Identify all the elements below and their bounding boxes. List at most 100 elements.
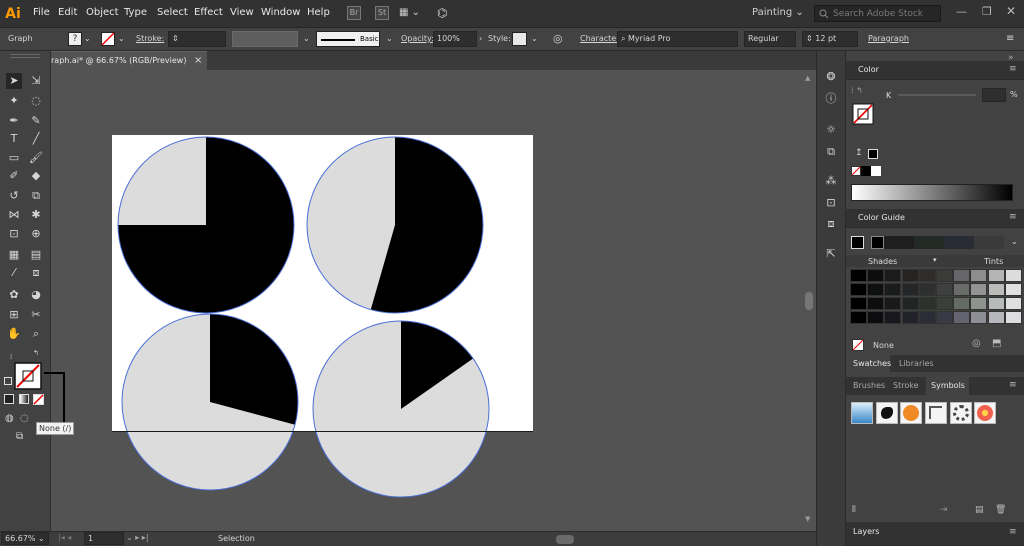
guide-swatch[interactable] xyxy=(936,297,953,310)
stroke-label[interactable]: Stroke: xyxy=(136,34,164,43)
slice-tool-icon[interactable]: ✂ xyxy=(28,307,44,323)
mesh-tool-icon[interactable]: ▦ xyxy=(6,247,22,263)
symbol-frame-corner[interactable] xyxy=(925,402,947,424)
guide-swatch[interactable] xyxy=(901,269,919,282)
guide-swatch[interactable] xyxy=(884,269,902,282)
menu-file[interactable]: File xyxy=(33,7,50,18)
color-guide-title[interactable]: Color Guide xyxy=(858,213,905,222)
info-icon[interactable]: ⓘ xyxy=(822,90,840,108)
guide-swatch[interactable] xyxy=(987,297,1005,310)
pathfinder-icon[interactable]: ⧈ xyxy=(822,215,840,233)
artboard-tool-icon[interactable]: ⊞ xyxy=(6,307,22,323)
guide-swatch[interactable] xyxy=(867,297,885,310)
bridge-icon[interactable]: Br xyxy=(347,6,361,20)
symbol-orange-button[interactable] xyxy=(900,402,922,424)
recolor-artwork-icon[interactable]: ◎ xyxy=(553,32,563,45)
screen-mode-icon[interactable]: ⧉ xyxy=(16,431,23,442)
guide-swatch[interactable] xyxy=(970,297,988,310)
none-swatch-icon[interactable] xyxy=(852,339,864,351)
symbol-libraries-icon[interactable]: ⫴ xyxy=(852,505,856,515)
variable-width-profile[interactable] xyxy=(232,31,298,47)
delete-symbol-icon[interactable]: 🗑 xyxy=(995,505,1006,515)
font-size-field[interactable]: ⇕ 12 pt xyxy=(802,31,858,47)
new-symbol-icon[interactable]: ▤ xyxy=(975,505,984,515)
fill-dropdown-icon[interactable]: ⌄ xyxy=(84,34,91,43)
guide-swatch[interactable] xyxy=(850,311,867,324)
close-window-button[interactable]: ✕ xyxy=(1006,4,1016,18)
artboard-number-field[interactable]: 1 xyxy=(84,532,124,545)
guide-swatch[interactable] xyxy=(884,311,902,324)
guide-swatch[interactable] xyxy=(901,283,919,296)
pie-graph-tool-icon[interactable]: ◕ xyxy=(28,287,44,303)
opacity-label[interactable]: Opacity: xyxy=(401,34,434,43)
guide-swatch[interactable] xyxy=(901,297,919,310)
guide-swatch[interactable] xyxy=(918,269,936,282)
guide-swatch[interactable] xyxy=(884,283,902,296)
guide-swatch[interactable] xyxy=(1004,311,1022,324)
last-color-swatch[interactable] xyxy=(868,149,878,159)
guide-swatch[interactable] xyxy=(850,269,867,282)
scroll-up-icon[interactable]: ▲ xyxy=(805,74,810,82)
arrange-documents-icon[interactable]: ▦ ⌄ xyxy=(399,7,420,18)
symbol-blue-ribbon[interactable] xyxy=(851,402,873,424)
guide-swatch[interactable] xyxy=(1004,297,1022,310)
guide-swatch[interactable] xyxy=(850,283,867,296)
symbols-panel-menu-icon[interactable]: ≡ xyxy=(1009,380,1017,390)
guide-swatch[interactable] xyxy=(867,283,885,296)
guide-swatch[interactable] xyxy=(953,283,971,296)
color-panel-fill-stroke-icon[interactable]: ⁞ ↰ xyxy=(851,86,863,95)
paragraph-label[interactable]: Paragraph xyxy=(868,34,909,43)
guide-swatch[interactable] xyxy=(936,269,953,282)
rectangle-tool-icon[interactable]: ▭ xyxy=(6,150,22,166)
draw-behind-icon[interactable]: ◌ xyxy=(20,413,29,424)
minimize-button[interactable]: — xyxy=(956,5,967,18)
stock-icon[interactable]: St xyxy=(375,6,389,20)
none-mode-icon[interactable] xyxy=(33,394,44,405)
tab-stroke[interactable]: Stroke xyxy=(893,381,919,390)
brush-definition[interactable]: Basic xyxy=(316,31,380,47)
first-artboard-icon[interactable]: |◂ ◂ xyxy=(58,533,71,542)
guide-swatch[interactable] xyxy=(987,311,1005,324)
stroke-none-swatch[interactable] xyxy=(101,32,115,46)
guide-swatch[interactable] xyxy=(918,297,936,310)
gradient-tool-icon[interactable]: ▤ xyxy=(28,247,44,263)
symbol-sprayer-tool-icon[interactable]: ✿ xyxy=(6,287,22,303)
gpu-performance-icon[interactable]: ⌬ xyxy=(437,6,447,20)
color-spectrum-ramp[interactable] xyxy=(851,184,1013,201)
k-channel-field[interactable] xyxy=(982,88,1006,102)
guide-swatch[interactable] xyxy=(970,269,988,282)
menu-window[interactable]: Window xyxy=(261,7,300,18)
symbol-laurel-wreath[interactable] xyxy=(950,402,972,424)
eyedropper-tool-icon[interactable]: ⁄ xyxy=(6,265,22,281)
restore-button[interactable]: ❐ xyxy=(982,5,992,18)
guide-swatch[interactable] xyxy=(953,297,971,310)
place-symbol-icon[interactable]: ⇥ xyxy=(940,505,948,515)
style-dropdown-icon[interactable]: ⌄ xyxy=(531,34,538,43)
tab-libraries[interactable]: Libraries xyxy=(899,359,934,368)
control-bar-menu-icon[interactable]: ≡ xyxy=(1006,33,1014,44)
type-tool-icon[interactable]: T xyxy=(6,131,22,147)
align-icon[interactable]: ⁂ xyxy=(822,172,840,190)
white-swatch[interactable] xyxy=(871,166,881,176)
guide-swatch[interactable] xyxy=(884,297,902,310)
magic-wand-tool-icon[interactable]: ✦ xyxy=(6,93,22,109)
scale-tool-icon[interactable]: ⧉ xyxy=(28,188,44,204)
guide-swatch[interactable] xyxy=(901,311,919,324)
horizontal-scroll-thumb[interactable] xyxy=(556,535,574,544)
toolbox-grip[interactable] xyxy=(10,54,40,58)
guide-swatch[interactable] xyxy=(953,311,971,324)
color-panel-menu-icon[interactable]: ≡ xyxy=(1009,64,1017,74)
guide-swatch[interactable] xyxy=(936,283,953,296)
width-tool-icon[interactable]: ⋈ xyxy=(6,207,22,223)
shades-dropdown-icon[interactable]: ▾ xyxy=(933,256,937,264)
selection-tool-icon[interactable]: ➤ xyxy=(6,73,22,89)
scroll-down-icon[interactable]: ▼ xyxy=(805,515,810,523)
current-tool-status[interactable]: Selection xyxy=(218,534,255,543)
guide-swatch[interactable] xyxy=(1004,283,1022,296)
lasso-tool-icon[interactable]: ◌ xyxy=(28,93,44,109)
shape-builder-tool-icon[interactable]: ⊕ xyxy=(28,226,44,242)
layers-panel-title[interactable]: Layers xyxy=(853,527,879,536)
close-tab-icon[interactable]: × xyxy=(194,55,202,66)
document-tab[interactable]: raph.ai* @ 66.67% (RGB/Preview) × xyxy=(51,51,207,70)
harmony-rules-dropdown-icon[interactable]: ⌄ xyxy=(1011,237,1018,246)
